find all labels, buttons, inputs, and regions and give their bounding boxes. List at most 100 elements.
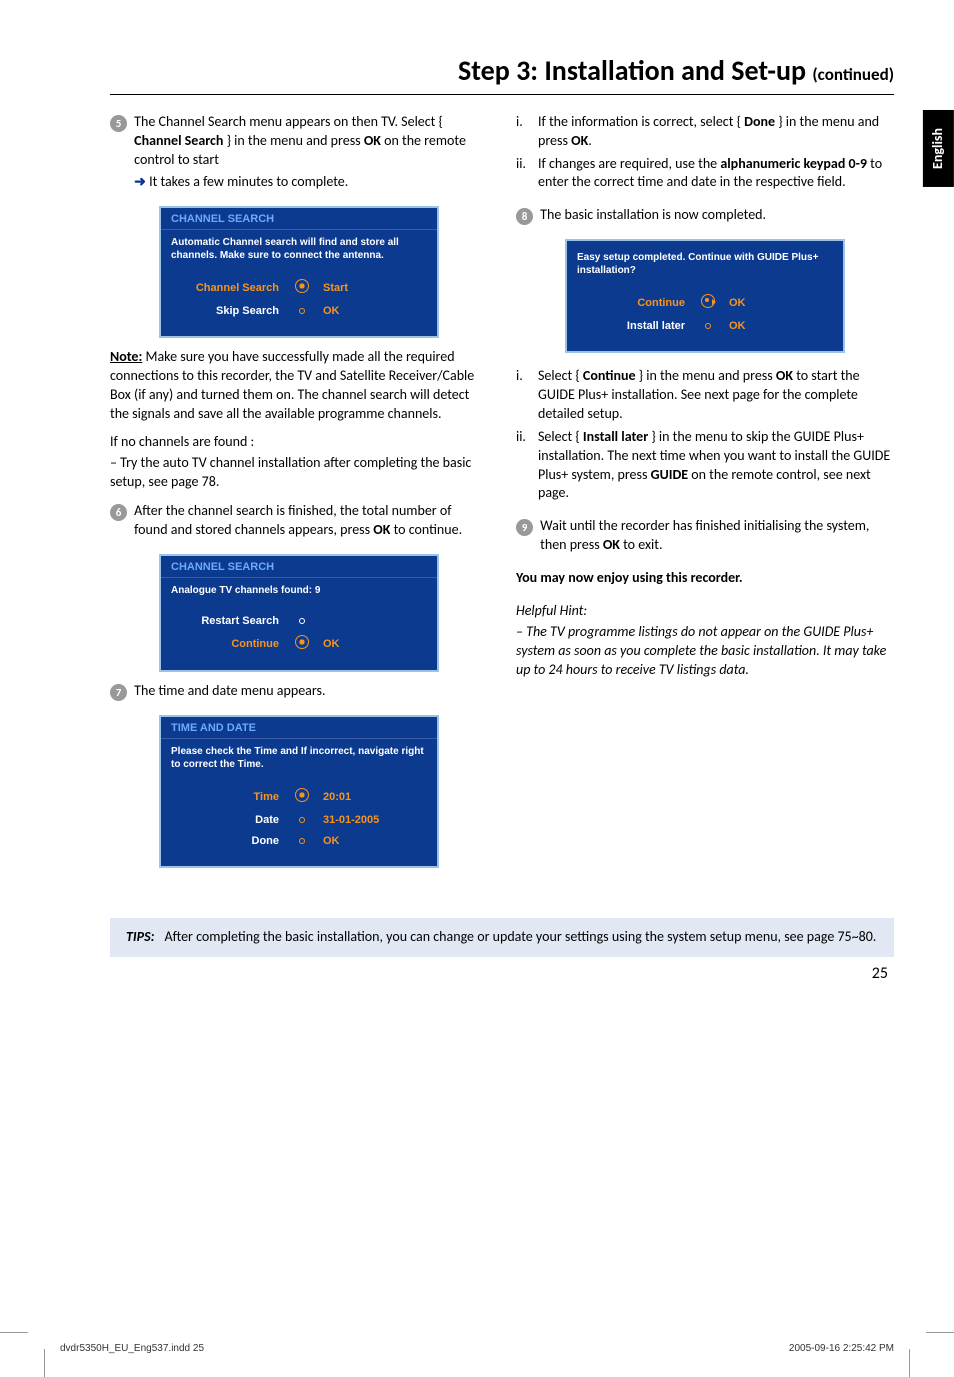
row-continue: Continue OK [171,632,427,657]
bold: Channel Search [134,132,223,149]
step-number-6: 6 [110,504,127,521]
enjoy-text: You may now enjoy using this recorder. [516,569,894,588]
label: Channel Search [171,281,291,296]
bold: Continue [583,367,636,384]
step-number-7: 7 [110,684,127,701]
note-paragraph: Note: Make sure you have successfully ma… [110,348,488,424]
roman: ii. [516,155,538,193]
box-header: CHANNEL SEARCH [161,556,437,578]
step-8-body: The basic installation is now completed. [540,206,890,225]
box-subtext: Analogue TV channels found: 9 [161,578,437,607]
step-9-body: Wait until the recorder has finished ini… [540,517,890,555]
step-number-5: 5 [110,115,127,132]
text: Select { [538,428,583,445]
label: Restart Search [171,614,291,629]
value: OK [313,304,340,319]
row-date: Date 31-01-2005 [171,810,427,831]
value: Start [313,281,348,296]
hint-body: – The TV programme listings do not appea… [516,623,894,680]
box-subtext: Easy setup completed. Continue with GUID… [567,241,843,287]
item-ii2: ii. Select { Install later } in the menu… [516,428,894,504]
arrow-icon: ➜ [134,173,146,190]
bold: OK [603,536,620,553]
item-i: i. If the information is correct, select… [516,113,894,151]
hint-label: Helpful Hint: [516,602,894,621]
bold: alphanumeric keypad 0-9 [720,155,867,172]
text: } in the menu and press [636,367,776,384]
page-number: 25 [110,963,894,985]
sun-icon [291,635,313,654]
value: 20:01 [313,790,351,805]
label: Install later [577,319,697,334]
bold: OK [373,521,390,538]
sun-icon [291,788,313,807]
roman: i. [516,113,538,151]
step-8: 8 The basic installation is now complete… [516,206,894,225]
bold: OK [776,367,793,384]
footer-left: dvdr5350H_EU_Eng537.indd 25 [60,1342,204,1356]
language-tab: English [923,110,954,187]
row-done: Done OK [171,831,427,852]
box-subtext: Automatic Channel search will find and s… [161,230,437,272]
tips-body: After completing the basic installation,… [165,928,877,947]
label: Continue [171,637,291,652]
print-footer: dvdr5350H_EU_Eng537.indd 25 2005-09-16 2… [60,1342,894,1356]
row-restart-search: Restart Search [171,611,427,632]
footer-right: 2005-09-16 2:25:42 PM [789,1342,894,1356]
page-title: Step 3: Installation and Set-up (continu… [110,52,894,95]
value: OK [719,319,746,334]
label: Date [171,813,291,828]
no-channels-2: – Try the auto TV channel installation a… [110,454,488,492]
step-number-9: 9 [516,519,533,536]
bold: You may now enjoy using this recorder. [516,569,743,586]
item-i2: i. Select { Continue } in the menu and p… [516,367,894,424]
box-header: TIME AND DATE [161,717,437,739]
channel-search-box-2: CHANNEL SEARCH Analogue TV channels foun… [159,554,439,673]
dot-icon [697,319,719,334]
text: If the information is correct, select { [538,113,744,130]
text: The Channel Search menu appears on then … [134,113,443,130]
row-install-later: Install later OK [577,316,833,337]
crop-mark [0,1332,28,1333]
dot-icon [291,813,313,828]
step-5: 5 The Channel Search menu appears on the… [110,113,488,193]
text: } in the menu and press [223,132,363,149]
label: Skip Search [171,304,291,319]
roman-list-top: i. If the information is correct, select… [516,113,894,193]
note-label: Note: [110,348,142,365]
value: OK [313,637,340,652]
text: to exit. [620,536,663,553]
no-channels-1: If no channels are found : [110,433,488,452]
box-header: CHANNEL SEARCH [161,208,437,230]
step-number-8: 8 [516,208,533,225]
step-6: 6 After the channel search is finished, … [110,502,488,540]
bold: OK [364,132,381,149]
italic: Helpful Hint: [516,602,587,619]
title-continued: (continued) [812,64,894,85]
nav-icon [697,294,719,313]
label: Time [171,790,291,805]
text: Make sure you have successfully made all… [110,348,474,422]
row-channel-search: Channel Search Start [171,276,427,301]
bold: Install later [583,428,648,445]
step-7-body: The time and date menu appears. [134,682,484,701]
title-main: Step 3: Installation and Set-up [458,53,812,88]
value: OK [719,296,746,311]
bold: Done [744,113,775,130]
bold: GUIDE [651,466,688,483]
text: If changes are required, use the [538,155,720,172]
text: Select { [538,367,583,384]
bold: OK [571,132,588,149]
dot-icon [291,304,313,319]
text: . [588,132,592,149]
row-continue: Continue OK [577,291,833,316]
page-content: Step 3: Installation and Set-up (continu… [0,0,954,984]
guide-plus-box: Easy setup completed. Continue with GUID… [565,239,845,353]
step-6-body: After the channel search is finished, th… [134,502,484,540]
row-time: Time 20:01 [171,785,427,810]
tips-box: TIPS: After completing the basic install… [110,918,894,957]
step-5-body: The Channel Search menu appears on then … [134,113,484,193]
left-column: 5 The Channel Search menu appears on the… [110,113,488,878]
crop-mark [926,1332,954,1333]
text: Wait until the recorder has finished ini… [540,517,869,553]
